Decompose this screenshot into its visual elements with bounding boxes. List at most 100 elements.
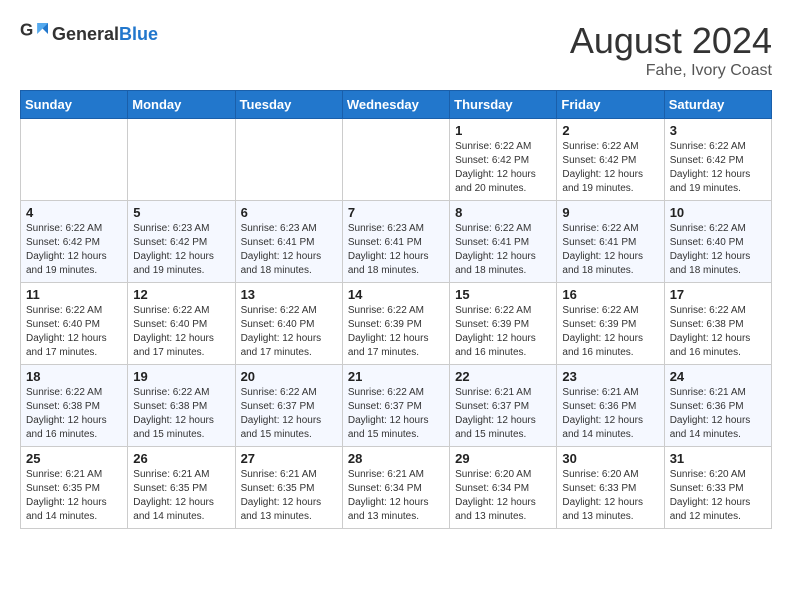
calendar-cell: 15Sunrise: 6:22 AM Sunset: 6:39 PM Dayli… xyxy=(450,283,557,365)
cell-info-text: Sunrise: 6:22 AM Sunset: 6:42 PM Dayligh… xyxy=(26,222,122,278)
cell-date-number: 24 xyxy=(670,369,766,384)
calendar-week-3: 11 Sunrise: 6:22 AM Sunset: 6:40 PM Dayli… xyxy=(21,283,772,365)
header-day-sunday: Sunday xyxy=(21,91,128,119)
cell-info-text: Sunrise: 6:20 AM Sunset: 6:34 PM Dayligh… xyxy=(455,468,551,524)
cell-date-number: 18 xyxy=(26,369,122,384)
calendar-cell: 6Sunrise: 6:23 AM Sunset: 6:41 PM Daylig… xyxy=(235,201,342,283)
cell-date-number: 5 xyxy=(133,205,229,220)
calendar-cell: 20 Sunrise: 6:22 AM Sunset: 6:37 PM Dayli… xyxy=(235,365,342,447)
calendar-cell: 13 Sunrise: 6:22 AM Sunset: 6:40 PM Dayli… xyxy=(235,283,342,365)
page-header: G GeneralBlue August 2024 Fahe, Ivory Co… xyxy=(20,20,772,80)
cell-info-text: Sunrise: 6:21 AM Sunset: 6:35 PM Dayligh… xyxy=(26,468,122,524)
cell-date-number: 7 xyxy=(348,205,444,220)
cell-info-text: Sunrise: 6:22 AM Sunset: 6:39 PM Dayligh… xyxy=(348,304,444,360)
cell-date-number: 9 xyxy=(562,205,658,220)
cell-info-text: Sunrise: 6:22 AM Sunset: 6:39 PM Dayligh… xyxy=(562,304,658,360)
calendar-cell: 10Sunrise: 6:22 AM Sunset: 6:40 PM Dayli… xyxy=(664,201,771,283)
cell-date-number: 17 xyxy=(670,287,766,302)
cell-date-number: 20 xyxy=(241,369,337,384)
calendar-cell: 5Sunrise: 6:23 AM Sunset: 6:42 PM Daylig… xyxy=(128,201,235,283)
cell-date-number: 8 xyxy=(455,205,551,220)
calendar-cell: 24 Sunrise: 6:21 AM Sunset: 6:36 PM Dayli… xyxy=(664,365,771,447)
cell-info-text: Sunrise: 6:22 AM Sunset: 6:37 PM Dayligh… xyxy=(241,386,337,442)
cell-info-text: Sunrise: 6:22 AM Sunset: 6:40 PM Dayligh… xyxy=(241,304,337,360)
cell-date-number: 3 xyxy=(670,123,766,138)
cell-date-number: 25 xyxy=(26,451,122,466)
calendar-cell: 28Sunrise: 6:21 AM Sunset: 6:34 PM Dayli… xyxy=(342,447,449,529)
cell-date-number: 13 xyxy=(241,287,337,302)
title-block: August 2024 Fahe, Ivory Coast xyxy=(570,20,772,80)
cell-date-number: 30 xyxy=(562,451,658,466)
cell-date-number: 29 xyxy=(455,451,551,466)
cell-date-number: 11 xyxy=(26,287,122,302)
calendar-cell: 3 Sunrise: 6:22 AM Sunset: 6:42 PM Daylig… xyxy=(664,119,771,201)
calendar-cell xyxy=(342,119,449,201)
logo: G GeneralBlue xyxy=(20,20,158,48)
cell-date-number: 14 xyxy=(348,287,444,302)
calendar-cell: 31 Sunrise: 6:20 AM Sunset: 6:33 PM Dayli… xyxy=(664,447,771,529)
cell-info-text: Sunrise: 6:22 AM Sunset: 6:40 PM Dayligh… xyxy=(133,304,229,360)
calendar-cell xyxy=(235,119,342,201)
cell-date-number: 22 xyxy=(455,369,551,384)
calendar-header-row: SundayMondayTuesdayWednesdayThursdayFrid… xyxy=(21,91,772,119)
calendar-cell: 16 Sunrise: 6:22 AM Sunset: 6:39 PM Dayli… xyxy=(557,283,664,365)
logo-blue: Blue xyxy=(119,24,158,44)
calendar-week-5: 25 Sunrise: 6:21 AM Sunset: 6:35 PM Dayli… xyxy=(21,447,772,529)
cell-date-number: 31 xyxy=(670,451,766,466)
cell-date-number: 10 xyxy=(670,205,766,220)
calendar-cell: 30 Sunrise: 6:20 AM Sunset: 6:33 PM Dayli… xyxy=(557,447,664,529)
calendar-cell xyxy=(21,119,128,201)
cell-info-text: Sunrise: 6:22 AM Sunset: 6:37 PM Dayligh… xyxy=(348,386,444,442)
cell-date-number: 2 xyxy=(562,123,658,138)
calendar-week-2: 4 Sunrise: 6:22 AM Sunset: 6:42 PM Daylig… xyxy=(21,201,772,283)
calendar-cell: 11Sunrise: 6:22 AM Sunset: 6:40 PM Dayli… xyxy=(21,283,128,365)
header-day-saturday: Saturday xyxy=(664,91,771,119)
svg-text:G: G xyxy=(20,21,33,40)
cell-date-number: 15 xyxy=(455,287,551,302)
cell-info-text: Sunrise: 6:20 AM Sunset: 6:33 PM Dayligh… xyxy=(670,468,766,524)
calendar-cell: 4 Sunrise: 6:22 AM Sunset: 6:42 PM Daylig… xyxy=(21,201,128,283)
cell-info-text: Sunrise: 6:22 AM Sunset: 6:38 PM Dayligh… xyxy=(670,304,766,360)
cell-info-text: Sunrise: 6:21 AM Sunset: 6:37 PM Dayligh… xyxy=(455,386,551,442)
header-day-tuesday: Tuesday xyxy=(235,91,342,119)
header-day-wednesday: Wednesday xyxy=(342,91,449,119)
cell-date-number: 12 xyxy=(133,287,229,302)
calendar-cell: 8Sunrise: 6:22 AM Sunset: 6:41 PM Daylig… xyxy=(450,201,557,283)
calendar-cell: 19 Sunrise: 6:22 AM Sunset: 6:38 PM Dayli… xyxy=(128,365,235,447)
cell-info-text: Sunrise: 6:21 AM Sunset: 6:35 PM Dayligh… xyxy=(133,468,229,524)
cell-info-text: Sunrise: 6:21 AM Sunset: 6:36 PM Dayligh… xyxy=(670,386,766,442)
cell-info-text: Sunrise: 6:22 AM Sunset: 6:38 PM Dayligh… xyxy=(26,386,122,442)
calendar-cell: 21 Sunrise: 6:22 AM Sunset: 6:37 PM Dayli… xyxy=(342,365,449,447)
calendar-week-4: 18 Sunrise: 6:22 AM Sunset: 6:38 PM Dayli… xyxy=(21,365,772,447)
calendar-cell: 22 Sunrise: 6:21 AM Sunset: 6:37 PM Dayli… xyxy=(450,365,557,447)
cell-info-text: Sunrise: 6:22 AM Sunset: 6:41 PM Dayligh… xyxy=(562,222,658,278)
calendar-cell: 26 Sunrise: 6:21 AM Sunset: 6:35 PM Dayli… xyxy=(128,447,235,529)
calendar-cell: 29 Sunrise: 6:20 AM Sunset: 6:34 PM Dayli… xyxy=(450,447,557,529)
location: Fahe, Ivory Coast xyxy=(570,62,772,80)
month-year: August 2024 xyxy=(570,20,772,62)
cell-info-text: Sunrise: 6:22 AM Sunset: 6:38 PM Dayligh… xyxy=(133,386,229,442)
calendar-cell: 1Sunrise: 6:22 AM Sunset: 6:42 PM Daylig… xyxy=(450,119,557,201)
calendar-cell: 2Sunrise: 6:22 AM Sunset: 6:42 PM Daylig… xyxy=(557,119,664,201)
cell-info-text: Sunrise: 6:20 AM Sunset: 6:33 PM Dayligh… xyxy=(562,468,658,524)
cell-date-number: 16 xyxy=(562,287,658,302)
calendar-cell: 12 Sunrise: 6:22 AM Sunset: 6:40 PM Dayli… xyxy=(128,283,235,365)
header-day-monday: Monday xyxy=(128,91,235,119)
cell-date-number: 26 xyxy=(133,451,229,466)
cell-info-text: Sunrise: 6:21 AM Sunset: 6:35 PM Dayligh… xyxy=(241,468,337,524)
calendar-cell: 27 Sunrise: 6:21 AM Sunset: 6:35 PM Dayli… xyxy=(235,447,342,529)
header-day-thursday: Thursday xyxy=(450,91,557,119)
cell-date-number: 1 xyxy=(455,123,551,138)
cell-info-text: Sunrise: 6:22 AM Sunset: 6:42 PM Dayligh… xyxy=(670,140,766,196)
calendar-cell: 25 Sunrise: 6:21 AM Sunset: 6:35 PM Dayli… xyxy=(21,447,128,529)
cell-date-number: 6 xyxy=(241,205,337,220)
cell-date-number: 4 xyxy=(26,205,122,220)
cell-date-number: 28 xyxy=(348,451,444,466)
calendar-week-1: 1 Sunrise: 6:22 AM Sunset: 6:42 PM Daylig… xyxy=(21,119,772,201)
cell-date-number: 21 xyxy=(348,369,444,384)
cell-date-number: 19 xyxy=(133,369,229,384)
cell-date-number: 27 xyxy=(241,451,337,466)
logo-icon: G xyxy=(20,20,48,48)
calendar-cell: 17 Sunrise: 6:22 AM Sunset: 6:38 PM Dayli… xyxy=(664,283,771,365)
calendar-cell: 9 Sunrise: 6:22 AM Sunset: 6:41 PM Daylig… xyxy=(557,201,664,283)
